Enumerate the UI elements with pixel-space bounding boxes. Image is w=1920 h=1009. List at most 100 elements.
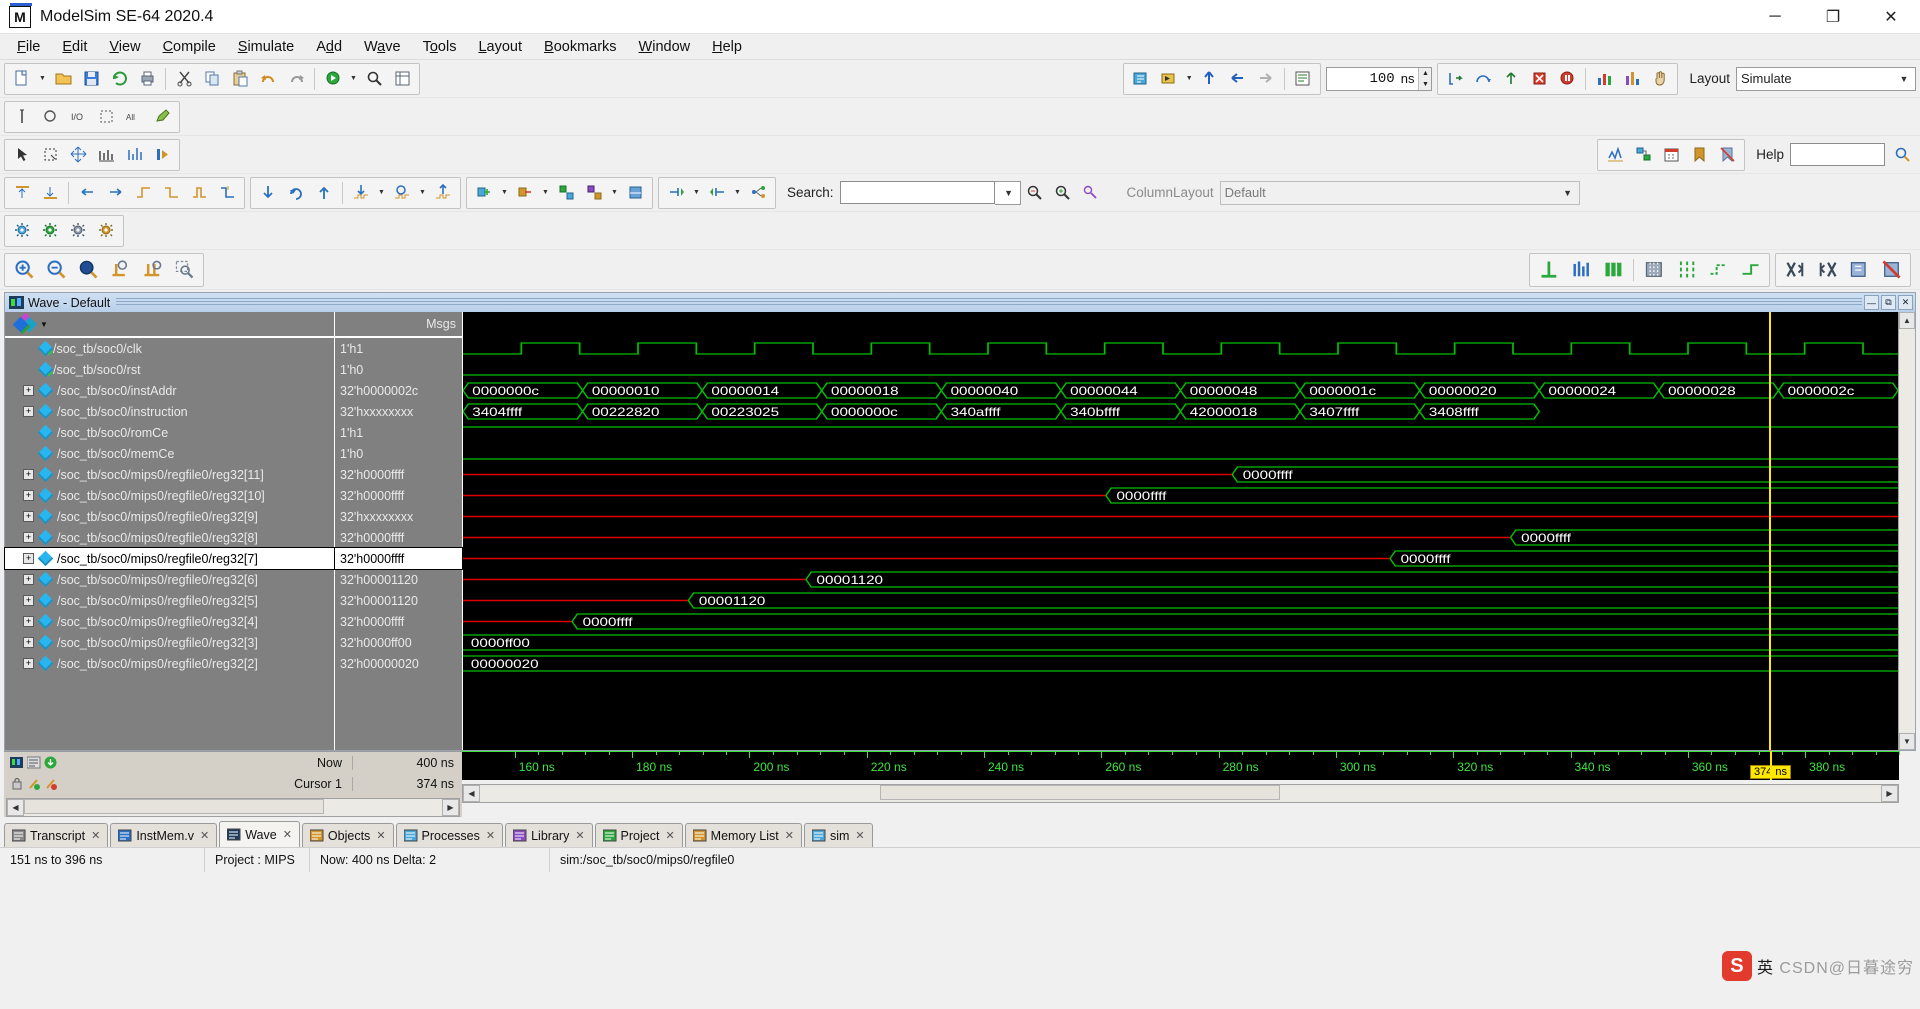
expand-icon[interactable]: + [23,637,34,648]
signal-row[interactable]: +/soc_tb/soc0/mips0/regfile0/reg32[7] [5,548,334,569]
expand-icon[interactable]: + [23,490,34,501]
expand-icon[interactable]: + [23,595,34,606]
find-prev-edge-icon[interactable] [74,180,100,206]
signal-row[interactable]: +/soc_tb/soc0/mips0/regfile0/reg32[6] [5,569,334,590]
split-dropdown-icon[interactable]: ▼ [609,180,620,206]
wave-up-icon[interactable] [430,180,456,206]
minimize-button[interactable]: ─ [1746,0,1804,34]
group-add-dropdown-icon[interactable]: ▼ [499,180,510,206]
compare-icon[interactable] [121,142,147,168]
wave-down-icon[interactable] [348,180,374,206]
maximize-button[interactable]: ❐ [1804,0,1862,34]
group-remove-dropdown-icon[interactable]: ▼ [540,180,551,206]
combine-icon[interactable] [553,180,579,206]
signal-row[interactable]: +/soc_tb/soc0/instAddr [5,380,334,401]
print-icon[interactable] [134,66,160,92]
zoom-out-icon[interactable] [41,255,71,285]
menu-item-edit[interactable]: Edit [51,36,98,58]
stepper-up-icon[interactable]: ▲ [1419,68,1431,79]
expand-all-icon[interactable] [663,180,689,206]
signal-row[interactable]: +/soc_tb/soc0/instruction [5,401,334,422]
move-icon[interactable] [65,142,91,168]
run-length-value[interactable]: 100 [1327,71,1399,87]
expand-icon[interactable]: + [23,574,34,585]
format-analog-icon[interactable] [1566,255,1596,285]
gear-icon-2[interactable] [37,218,63,244]
calendar-icon[interactable] [1658,142,1684,168]
paste-icon[interactable] [227,66,253,92]
expand-net-icon[interactable] [745,180,771,206]
chevron-down-icon[interactable]: ▼ [1002,188,1016,198]
expand-icon[interactable]: + [23,658,34,669]
wave-restore-button[interactable]: ⧉ [1881,295,1896,310]
tab-library[interactable]: Library✕ [505,823,592,847]
menu-item-view[interactable]: View [98,36,151,58]
tab-close-icon[interactable]: ✕ [486,829,495,842]
waveform-hscrollbar[interactable]: ◀ ▶ [462,784,1899,803]
expand-icon[interactable]: + [23,511,34,522]
expand-icon[interactable]: + [23,385,34,396]
menu-item-file[interactable]: File [6,36,51,58]
align-top-icon[interactable] [9,180,35,206]
close-button[interactable]: ✕ [1862,0,1920,34]
tab-close-icon[interactable]: ✕ [785,829,794,842]
menu-item-window[interactable]: Window [628,36,702,58]
signal-row[interactable]: /soc_tb/soc0/memCe [5,443,334,464]
io-icon[interactable]: I/O [65,104,91,130]
tab-objects[interactable]: Objects✕ [302,823,394,847]
signal-row[interactable]: +/soc_tb/soc0/mips0/regfile0/reg32[4] [5,611,334,632]
scroll-up-icon[interactable]: ▲ [1899,312,1915,329]
hscroll-left-icon[interactable]: ◀ [7,799,24,816]
zoom-in-icon[interactable] [9,255,39,285]
signal-row[interactable]: /soc_tb/soc0/rst [5,359,334,380]
menu-item-help[interactable]: Help [701,36,753,58]
compile-dropdown-icon[interactable]: ▼ [348,66,359,92]
step-shape2-icon[interactable] [1735,255,1765,285]
stop-icon[interactable] [1526,66,1552,92]
cursor-down-icon[interactable] [255,180,281,206]
cursor-up-icon[interactable] [311,180,337,206]
menu-item-layout[interactable]: Layout [467,36,533,58]
coverage-icon[interactable] [1591,66,1617,92]
signal-row[interactable]: +/soc_tb/soc0/mips0/regfile0/reg32[8] [5,527,334,548]
expand-icon[interactable]: + [23,532,34,543]
new-file-icon[interactable] [9,66,35,92]
tab-instmem-v[interactable]: InstMem.v✕ [110,823,217,847]
step-out-icon[interactable] [1498,66,1524,92]
copy-icon[interactable] [199,66,225,92]
gear-icon-3[interactable] [65,218,91,244]
step-over-icon[interactable] [1470,66,1496,92]
bookmark-icon[interactable] [1686,142,1712,168]
run-length-icon[interactable] [1290,66,1316,92]
wave-hscroll-right-icon[interactable]: ▶ [1881,785,1898,802]
wave-hscroll-thumb[interactable] [880,785,1280,800]
zoom-select-icon[interactable] [37,142,63,168]
tab-close-icon[interactable]: ✕ [283,828,292,841]
search-dropdown[interactable]: ▼ [995,181,1021,205]
step-up-icon[interactable] [1197,66,1223,92]
expand-icon[interactable]: + [23,406,34,417]
search-next-icon[interactable] [1050,180,1076,206]
play-wave-icon[interactable] [149,142,175,168]
undo-icon[interactable] [255,66,281,92]
signal-row[interactable]: +/soc_tb/soc0/mips0/regfile0/reg32[2] [5,653,334,674]
chevron-down-icon[interactable]: ▼ [1897,74,1911,84]
grid-lines-icon[interactable] [1671,255,1701,285]
copy-wave-icon[interactable] [1844,255,1874,285]
find-icon[interactable] [361,66,387,92]
edge-any-icon[interactable] [186,180,212,206]
gear-icon-1[interactable] [9,218,35,244]
break-icon[interactable] [1554,66,1580,92]
cursor-line[interactable] [1769,312,1771,750]
time-axis[interactable]: 160 ns180 ns200 ns220 ns240 ns260 ns280 … [462,751,1899,780]
wave-minimize-button[interactable]: — [1864,295,1879,310]
pan-hand-icon[interactable] [1647,66,1673,92]
insert-cursor-icon[interactable] [9,104,35,130]
wave-search-dropdown-icon[interactable]: ▼ [417,180,428,206]
toggle-leaf-icon[interactable] [37,104,63,130]
tab-close-icon[interactable]: ✕ [200,829,209,842]
step-shape-icon[interactable] [1703,255,1733,285]
waveform-pane[interactable]: 0000000c00000010000000140000001800000040… [463,312,1898,750]
run-dropdown-icon[interactable]: ▼ [1184,66,1195,92]
run-length-stepper[interactable]: 100 ns ▲ ▼ [1326,67,1433,91]
